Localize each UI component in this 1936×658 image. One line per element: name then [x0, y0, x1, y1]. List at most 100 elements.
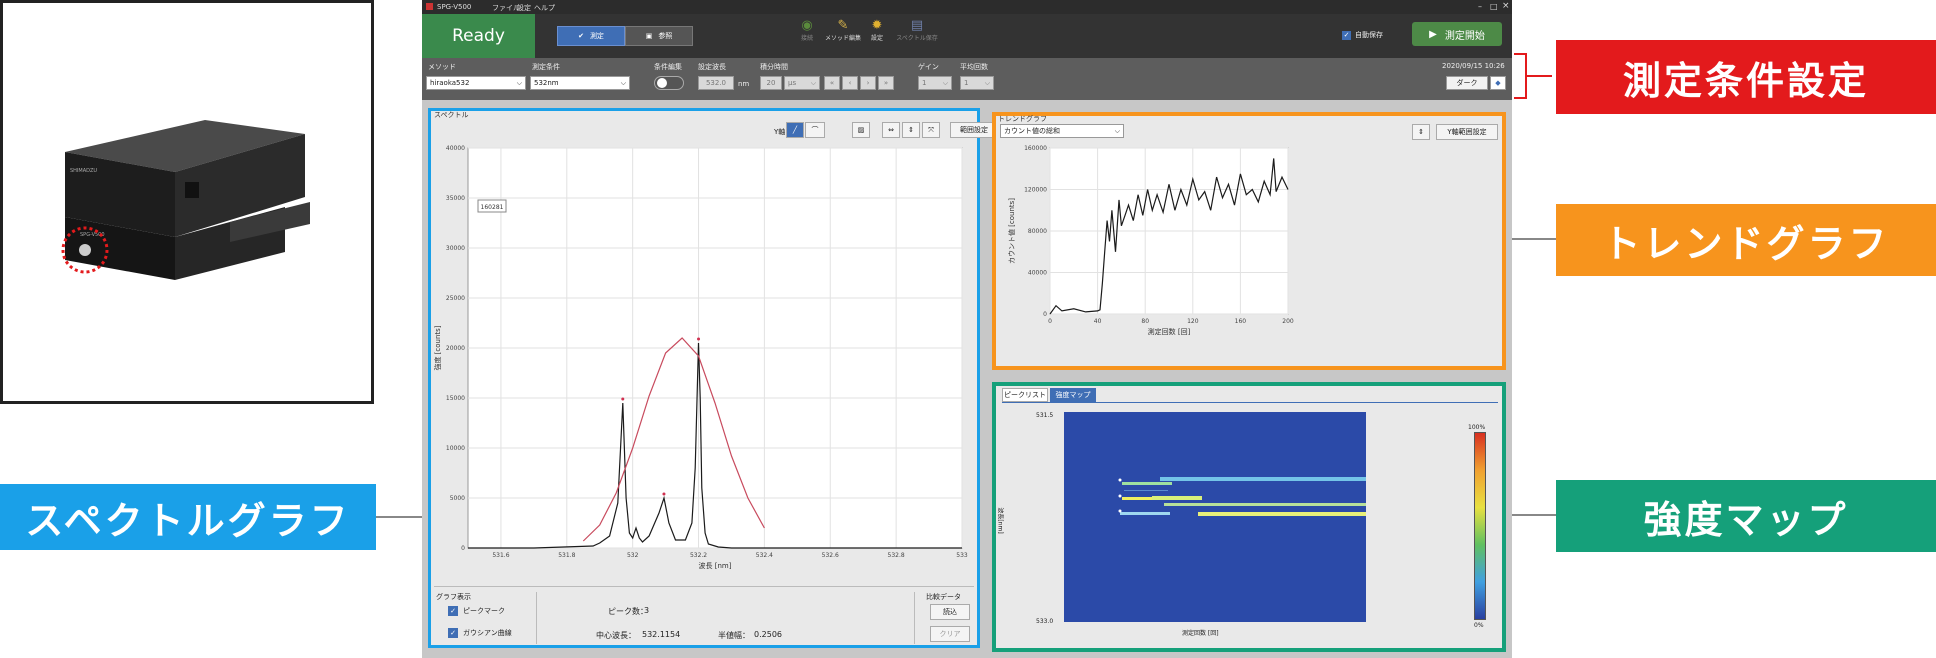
prev-icon[interactable]: ‹ — [842, 76, 858, 90]
divider — [914, 592, 915, 644]
fwhm-label: 半値幅： — [718, 631, 750, 640]
y-tick-label: 35000 — [446, 195, 465, 202]
divider — [434, 586, 974, 587]
integration-field[interactable]: 20 — [760, 76, 782, 90]
y-axis-label: Y軸 — [774, 128, 786, 136]
reference-icon: ▣ — [645, 32, 653, 40]
peak-mark-checkbox[interactable]: ✓ ピークマーク — [448, 606, 505, 616]
status-indicator: Ready — [422, 14, 535, 58]
compare-data-label: 比較データ — [926, 593, 961, 601]
y-tick-label: 5000 — [450, 495, 465, 502]
menu-file[interactable]: ファイル — [492, 3, 520, 13]
checkbox-checked-icon: ✓ — [448, 606, 458, 616]
device-panel: PCで簡単操作 SHIMADZU SPG-V500 装置本体は 電源ボタン一つの… — [0, 0, 1117, 404]
y-tick-label: 80000 — [1028, 228, 1047, 235]
auto-save-checkbox[interactable]: ✓ 自動保存 — [1342, 30, 1383, 40]
datetime: 2020/09/15 10:26 — [1442, 62, 1505, 70]
log-scale-icon[interactable]: ⌒ — [805, 122, 825, 138]
center-wavelength-label: 中心波長： — [596, 631, 636, 640]
next-icon[interactable]: › — [860, 76, 876, 90]
x-tick-label: 532.6 — [822, 552, 839, 559]
gaussian-checkbox[interactable]: ✓ ガウシアン曲線 — [448, 628, 512, 638]
menu-help[interactable]: ヘルプ — [534, 3, 555, 13]
y-range-button[interactable]: Y軸範囲設定 — [1436, 124, 1498, 140]
y-tick-label: 10000 — [446, 445, 465, 452]
x-tick-label: 0 — [1048, 318, 1052, 325]
map-y-bottom: 533.0 — [1036, 618, 1054, 625]
mode-tab-measure[interactable]: ✔ 測定 — [557, 26, 625, 46]
load-button[interactable]: 読込 — [930, 604, 970, 620]
connector-line — [376, 516, 422, 518]
y-tick-label: 30000 — [446, 245, 465, 252]
spectrum-panel-title: スペクトル — [434, 111, 469, 119]
x-axis-label: 波長 [nm] — [699, 561, 732, 570]
maximize-icon[interactable]: □ — [1490, 2, 1498, 11]
y-tick-label: 0 — [461, 545, 465, 552]
chevron-down-icon: ⌵ — [984, 78, 990, 87]
zoom-x-icon[interactable]: ⇔ — [882, 122, 900, 138]
gain-label: ゲイン — [918, 63, 939, 71]
y-tick-label: 0 — [1043, 311, 1047, 318]
trend-chart: 0 40000 80000 120000 160000 0 40 80 120 160 200 測定回… — [1007, 145, 1294, 336]
x-tick-label: 532.4 — [756, 552, 773, 559]
trend-value-select[interactable]: カウント値の総和 ⌵ — [1000, 124, 1124, 138]
x-tick-label: 120 — [1187, 318, 1199, 325]
method-select[interactable]: hiraoka532 ⌵ — [426, 76, 526, 90]
power-button-icon — [79, 244, 91, 256]
divider — [536, 592, 537, 644]
chevron-down-icon: ⌵ — [516, 78, 522, 87]
y-tick-label: 40000 — [1028, 270, 1047, 277]
dark-button[interactable]: ダーク — [1446, 76, 1488, 90]
chevron-down-icon: ⌵ — [620, 78, 626, 87]
fwhm-value: 0.2506 — [754, 630, 782, 639]
trend-panel-title: トレンドグラフ — [998, 115, 1047, 123]
title-bar: SPG-V500 ファイル 設定 ヘルプ – □ × — [422, 0, 1512, 14]
linear-scale-icon[interactable]: ╱ — [786, 122, 804, 138]
wavelength-field[interactable]: 532.0 — [698, 76, 734, 90]
zoom-y-icon[interactable]: ⇕ — [902, 122, 920, 138]
first-icon[interactable]: « — [824, 76, 840, 90]
tab-underline — [1002, 402, 1498, 403]
condition-select[interactable]: 532nm ⌵ — [530, 76, 630, 90]
chevron-down-icon: ⌵ — [810, 78, 816, 87]
close-icon[interactable]: × — [1502, 1, 1510, 11]
minimize-icon[interactable]: – — [1478, 2, 1482, 11]
device-illustration: SHIMADZU SPG-V500 — [61, 120, 310, 280]
range-settings-button[interactable]: 範囲設定 — [950, 122, 998, 138]
fit-icon[interactable]: ⤧ — [922, 122, 940, 138]
edit-toggle[interactable] — [654, 76, 684, 90]
integration-label: 積分時間 — [760, 63, 788, 71]
mode-tab-reference[interactable]: ▣ 参照 — [625, 26, 693, 46]
x-tick-label: 80 — [1141, 318, 1149, 325]
intensity-colorbar — [1474, 432, 1486, 620]
colorbar-top-label: 100% — [1468, 424, 1486, 431]
zoom-y-icon[interactable]: ⇕ — [1412, 124, 1430, 140]
dark-settings-icon[interactable]: ◆ — [1490, 76, 1506, 90]
integration-unit-select[interactable]: μs ⌵ — [784, 76, 820, 90]
spectrum-chart: 0 5000 10000 15000 20000 25000 30000 35000 40000… — [433, 145, 968, 570]
y-tick-label: 25000 — [446, 295, 465, 302]
gain-select[interactable]: 1 ⌵ — [918, 76, 952, 90]
y-axis-label: 強度 [counts] — [433, 325, 442, 370]
average-select[interactable]: 1 ⌵ — [960, 76, 994, 90]
callout-trend-graph: トレンドグラフ — [1556, 204, 1936, 276]
image-export-icon[interactable]: ▨ — [852, 122, 870, 138]
x-tick-label: 533 — [956, 552, 968, 559]
peak-mark — [621, 397, 625, 401]
y-tick-label: 160000 — [1024, 145, 1047, 152]
annotation-label: 160281 — [481, 204, 504, 211]
menu-settings[interactable]: 設定 — [517, 3, 531, 13]
tool-save-spectrum[interactable]: ▤ スペクトル保存 — [887, 18, 947, 56]
center-wavelength-value: 532.1154 — [642, 630, 681, 639]
tab-intensity-map[interactable]: 強度マップ — [1050, 388, 1096, 402]
peak-mark — [697, 337, 701, 341]
checkbox-checked-icon: ✓ — [1342, 30, 1351, 40]
x-tick-label: 531.6 — [492, 552, 509, 559]
last-icon[interactable]: » — [878, 76, 894, 90]
x-tick-label: 532.8 — [888, 552, 905, 559]
clear-button[interactable]: クリア — [930, 626, 970, 642]
checkbox-checked-icon: ✓ — [448, 628, 458, 638]
start-measurement-button[interactable]: ▶ 測定開始 — [1412, 22, 1502, 46]
tab-peak-list[interactable]: ピークリスト — [1002, 388, 1048, 402]
x-tick-label: 40 — [1094, 318, 1102, 325]
